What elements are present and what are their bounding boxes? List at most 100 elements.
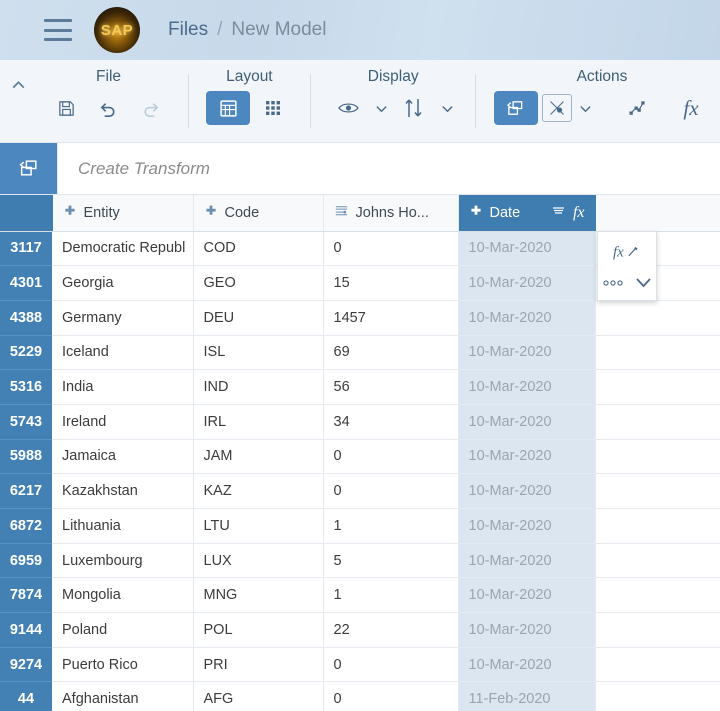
cell-entity[interactable]: Iceland — [52, 335, 194, 371]
table-row[interactable]: 4388 Germany DEU 1457 10-Mar-2020 — [0, 300, 720, 336]
save-button[interactable] — [48, 92, 86, 124]
cell-entity[interactable]: Kazakhstan — [52, 473, 194, 509]
cell-blank[interactable] — [595, 577, 720, 614]
cell-measure[interactable]: 5 — [323, 543, 459, 579]
tile-view-button[interactable] — [254, 92, 292, 124]
ellipsis-icon[interactable] — [602, 275, 624, 290]
row-number-cell[interactable]: 5743 — [0, 404, 52, 440]
undo-button[interactable] — [90, 92, 128, 124]
row-number-cell[interactable]: 5229 — [0, 335, 52, 371]
cell-code[interactable]: LTU — [193, 508, 324, 544]
cell-measure[interactable]: 22 — [323, 612, 459, 648]
cell-measure[interactable]: 0 — [323, 473, 459, 509]
formula-button[interactable]: fx — [672, 92, 710, 124]
cell-blank[interactable] — [595, 369, 720, 405]
cell-blank[interactable] — [595, 439, 720, 475]
cell-date[interactable]: 10-Mar-2020 — [458, 508, 596, 544]
create-transform-input[interactable]: Create Transform — [57, 143, 720, 194]
cell-date[interactable]: 10-Mar-2020 — [458, 404, 596, 440]
cell-entity[interactable]: Puerto Rico — [52, 647, 194, 683]
table-row[interactable]: 5316 India IND 56 10-Mar-2020 — [0, 369, 720, 405]
filter-map-chevron-down-icon[interactable] — [576, 102, 596, 115]
hamburger-menu-icon[interactable] — [44, 19, 72, 41]
column-header-date[interactable]: Date fx — [458, 195, 596, 232]
cell-date[interactable]: 10-Mar-2020 — [458, 577, 596, 614]
collapse-toolbar-icon[interactable] — [0, 60, 38, 142]
row-number-cell[interactable]: 7874 — [0, 577, 52, 614]
cell-code[interactable]: COD — [193, 231, 324, 267]
cell-blank[interactable] — [595, 647, 720, 683]
visibility-chevron-down-icon[interactable] — [371, 102, 391, 115]
smart-transform-button[interactable] — [618, 92, 656, 124]
cell-date[interactable]: 10-Mar-2020 — [458, 231, 596, 267]
cell-entity[interactable]: Afghanistan — [52, 681, 194, 711]
fx-icon[interactable]: fx — [573, 204, 585, 222]
row-number-cell[interactable]: 44 — [0, 681, 52, 711]
cell-blank[interactable] — [595, 473, 720, 509]
cell-date[interactable]: 10-Mar-2020 — [458, 335, 596, 371]
row-number-cell[interactable]: 5316 — [0, 369, 52, 405]
cell-measure[interactable]: 0 — [323, 647, 459, 683]
cell-measure[interactable]: 0 — [323, 439, 459, 475]
column-header-code[interactable]: Code — [193, 195, 324, 232]
sap-logo[interactable]: SAP — [94, 7, 140, 53]
cell-code[interactable]: IRL — [193, 404, 324, 440]
table-row[interactable]: 6959 Luxembourg LUX 5 10-Mar-2020 — [0, 543, 720, 579]
cell-entity[interactable]: Mongolia — [52, 577, 194, 614]
cell-code[interactable]: AFG — [193, 681, 324, 711]
cell-entity[interactable]: Luxembourg — [52, 543, 194, 579]
table-row[interactable]: 6217 Kazakhstan KAZ 0 10-Mar-2020 — [0, 473, 720, 509]
breadcrumb-files[interactable]: Files — [168, 19, 208, 41]
row-number-cell[interactable]: 3117 — [0, 231, 52, 267]
column-header-measure[interactable]: Johns Ho... — [323, 195, 459, 232]
cell-blank[interactable] — [595, 508, 720, 544]
row-number-cell[interactable]: 9274 — [0, 647, 52, 683]
table-row[interactable]: 7874 Mongolia MNG 1 10-Mar-2020 — [0, 577, 720, 614]
cell-code[interactable]: POL — [193, 612, 324, 648]
column-header-blank[interactable] — [595, 195, 720, 232]
transform-icon[interactable] — [0, 143, 57, 194]
cell-measure[interactable]: 69 — [323, 335, 459, 371]
row-number-cell[interactable]: 6959 — [0, 543, 52, 579]
cell-date[interactable]: 11-Feb-2020 — [458, 681, 596, 711]
cell-date[interactable]: 10-Mar-2020 — [458, 439, 596, 475]
cell-measure[interactable]: 1457 — [323, 300, 459, 336]
cell-date[interactable]: 10-Mar-2020 — [458, 543, 596, 579]
sort-button[interactable] — [395, 92, 433, 124]
create-transform-button[interactable] — [493, 91, 538, 125]
column-header-entity[interactable]: Entity — [52, 195, 194, 232]
table-row[interactable]: 5229 Iceland ISL 69 10-Mar-2020 — [0, 335, 720, 371]
cell-code[interactable]: ISL — [193, 335, 324, 371]
cell-measure[interactable]: 0 — [323, 231, 459, 267]
table-row[interactable]: 5988 Jamaica JAM 0 10-Mar-2020 — [0, 439, 720, 475]
cell-date[interactable]: 10-Mar-2020 — [458, 473, 596, 509]
cell-code[interactable]: KAZ — [193, 473, 324, 509]
table-row[interactable]: 5743 Ireland IRL 34 10-Mar-2020 — [0, 404, 720, 440]
cell-code[interactable]: PRI — [193, 647, 324, 683]
cell-entity[interactable]: Jamaica — [52, 439, 194, 475]
cell-blank[interactable] — [595, 335, 720, 371]
table-row[interactable]: 44 Afghanistan AFG 0 11-Feb-2020 — [0, 681, 720, 711]
cell-code[interactable]: LUX — [193, 543, 324, 579]
row-number-cell[interactable]: 9144 — [0, 612, 52, 648]
cell-code[interactable]: GEO — [193, 265, 324, 301]
cell-measure[interactable]: 34 — [323, 404, 459, 440]
cell-measure[interactable]: 1 — [323, 577, 459, 614]
cell-blank[interactable] — [595, 681, 720, 711]
table-row[interactable]: 9274 Puerto Rico PRI 0 10-Mar-2020 — [0, 647, 720, 683]
cell-blank[interactable] — [595, 543, 720, 579]
cell-measure[interactable]: 1 — [323, 508, 459, 544]
cell-entity[interactable]: Poland — [52, 612, 194, 648]
row-number-cell[interactable]: 4301 — [0, 265, 52, 301]
cell-code[interactable]: DEU — [193, 300, 324, 336]
chevron-down-icon[interactable] — [635, 276, 652, 289]
cell-entity[interactable]: Germany — [52, 300, 194, 336]
fx-pencil-icon[interactable]: fx — [613, 242, 641, 268]
menu-lines-icon[interactable] — [551, 204, 566, 221]
cell-entity[interactable]: Lithuania — [52, 508, 194, 544]
filter-map-button[interactable] — [541, 94, 572, 122]
table-row[interactable]: 6872 Lithuania LTU 1 10-Mar-2020 — [0, 508, 720, 544]
cell-measure[interactable]: 0 — [323, 681, 459, 711]
row-number-cell[interactable]: 6217 — [0, 473, 52, 509]
cell-blank[interactable] — [595, 404, 720, 440]
